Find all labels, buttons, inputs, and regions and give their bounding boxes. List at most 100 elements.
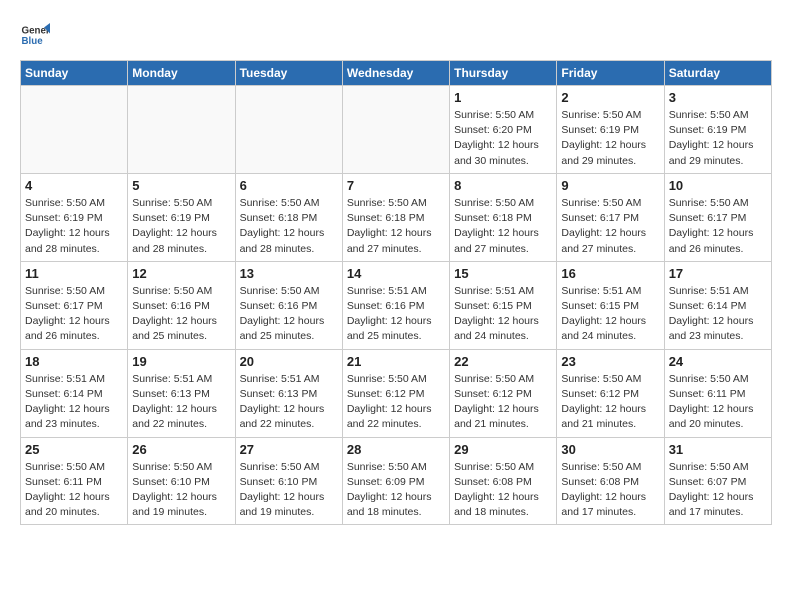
- calendar-cell: 3 Sunrise: 5:50 AMSunset: 6:19 PMDaylight…: [664, 86, 771, 174]
- day-info: Sunrise: 5:50 AMSunset: 6:18 PMDaylight:…: [240, 196, 338, 257]
- calendar-cell: 20Sunrise: 5:51 AMSunset: 6:13 PMDayligh…: [235, 349, 342, 437]
- calendar-cell: 8 Sunrise: 5:50 AMSunset: 6:18 PMDaylight…: [450, 173, 557, 261]
- day-number: 7: [347, 178, 445, 193]
- day-number: 4: [25, 178, 123, 193]
- weekday-header: Friday: [557, 61, 664, 86]
- day-number: 12: [132, 266, 230, 281]
- day-number: 21: [347, 354, 445, 369]
- day-info: Sunrise: 5:51 AMSunset: 6:16 PMDaylight:…: [347, 284, 445, 345]
- day-info: Sunrise: 5:51 AMSunset: 6:15 PMDaylight:…: [454, 284, 552, 345]
- calendar-cell: 5 Sunrise: 5:50 AMSunset: 6:19 PMDaylight…: [128, 173, 235, 261]
- day-info: Sunrise: 5:50 AMSunset: 6:09 PMDaylight:…: [347, 460, 445, 521]
- day-number: 23: [561, 354, 659, 369]
- day-info: Sunrise: 5:50 AMSunset: 6:08 PMDaylight:…: [454, 460, 552, 521]
- day-info: Sunrise: 5:50 AMSunset: 6:19 PMDaylight:…: [132, 196, 230, 257]
- day-info: Sunrise: 5:50 AMSunset: 6:10 PMDaylight:…: [132, 460, 230, 521]
- logo: General Blue: [20, 20, 50, 50]
- day-info: Sunrise: 5:50 AMSunset: 6:18 PMDaylight:…: [347, 196, 445, 257]
- day-info: Sunrise: 5:50 AMSunset: 6:19 PMDaylight:…: [561, 108, 659, 169]
- day-number: 5: [132, 178, 230, 193]
- day-info: Sunrise: 5:51 AMSunset: 6:13 PMDaylight:…: [240, 372, 338, 433]
- day-number: 22: [454, 354, 552, 369]
- weekday-header: Tuesday: [235, 61, 342, 86]
- day-number: 10: [669, 178, 767, 193]
- day-number: 11: [25, 266, 123, 281]
- day-number: 15: [454, 266, 552, 281]
- day-info: Sunrise: 5:50 AMSunset: 6:19 PMDaylight:…: [25, 196, 123, 257]
- calendar-week-row: 25Sunrise: 5:50 AMSunset: 6:11 PMDayligh…: [21, 437, 772, 525]
- day-number: 26: [132, 442, 230, 457]
- calendar-cell: 26 Sunrise: 5:50 AMSunset: 6:10 PMDayligh…: [128, 437, 235, 525]
- calendar-cell: 16 Sunrise: 5:51 AMSunset: 6:15 PMDayligh…: [557, 261, 664, 349]
- day-number: 3: [669, 90, 767, 105]
- calendar-cell: 1 Sunrise: 5:50 AMSunset: 6:20 PMDaylight…: [450, 86, 557, 174]
- day-number: 1: [454, 90, 552, 105]
- day-info: Sunrise: 5:51 AMSunset: 6:14 PMDaylight:…: [669, 284, 767, 345]
- calendar-cell: 17 Sunrise: 5:51 AMSunset: 6:14 PMDayligh…: [664, 261, 771, 349]
- calendar-cell: 2 Sunrise: 5:50 AMSunset: 6:19 PMDaylight…: [557, 86, 664, 174]
- day-number: 17: [669, 266, 767, 281]
- calendar-cell: 18Sunrise: 5:51 AMSunset: 6:14 PMDayligh…: [21, 349, 128, 437]
- calendar-cell: 22Sunrise: 5:50 AMSunset: 6:12 PMDayligh…: [450, 349, 557, 437]
- day-number: 30: [561, 442, 659, 457]
- day-number: 2: [561, 90, 659, 105]
- page-header: General Blue: [20, 20, 772, 50]
- day-number: 16: [561, 266, 659, 281]
- logo-icon: General Blue: [20, 20, 50, 50]
- day-info: Sunrise: 5:50 AMSunset: 6:12 PMDaylight:…: [561, 372, 659, 433]
- calendar-cell: 9 Sunrise: 5:50 AMSunset: 6:17 PMDaylight…: [557, 173, 664, 261]
- day-info: Sunrise: 5:50 AMSunset: 6:17 PMDaylight:…: [669, 196, 767, 257]
- svg-text:Blue: Blue: [22, 36, 44, 47]
- day-number: 13: [240, 266, 338, 281]
- day-info: Sunrise: 5:51 AMSunset: 6:13 PMDaylight:…: [132, 372, 230, 433]
- day-info: Sunrise: 5:50 AMSunset: 6:19 PMDaylight:…: [669, 108, 767, 169]
- calendar-week-row: 4 Sunrise: 5:50 AMSunset: 6:19 PMDaylight…: [21, 173, 772, 261]
- day-info: Sunrise: 5:50 AMSunset: 6:12 PMDaylight:…: [347, 372, 445, 433]
- day-info: Sunrise: 5:50 AMSunset: 6:18 PMDaylight:…: [454, 196, 552, 257]
- day-info: Sunrise: 5:50 AMSunset: 6:08 PMDaylight:…: [561, 460, 659, 521]
- calendar-cell: 11Sunrise: 5:50 AMSunset: 6:17 PMDayligh…: [21, 261, 128, 349]
- calendar-cell: 19 Sunrise: 5:51 AMSunset: 6:13 PMDayligh…: [128, 349, 235, 437]
- calendar-cell: 30 Sunrise: 5:50 AMSunset: 6:08 PMDayligh…: [557, 437, 664, 525]
- calendar-cell: 25Sunrise: 5:50 AMSunset: 6:11 PMDayligh…: [21, 437, 128, 525]
- calendar-cell: 14Sunrise: 5:51 AMSunset: 6:16 PMDayligh…: [342, 261, 449, 349]
- calendar-cell: 10 Sunrise: 5:50 AMSunset: 6:17 PMDayligh…: [664, 173, 771, 261]
- day-number: 18: [25, 354, 123, 369]
- day-info: Sunrise: 5:50 AMSunset: 6:17 PMDaylight:…: [561, 196, 659, 257]
- calendar-cell: 13Sunrise: 5:50 AMSunset: 6:16 PMDayligh…: [235, 261, 342, 349]
- day-number: 19: [132, 354, 230, 369]
- calendar-cell: [21, 86, 128, 174]
- calendar-cell: 23 Sunrise: 5:50 AMSunset: 6:12 PMDayligh…: [557, 349, 664, 437]
- calendar-cell: 24 Sunrise: 5:50 AMSunset: 6:11 PMDayligh…: [664, 349, 771, 437]
- day-number: 24: [669, 354, 767, 369]
- calendar-cell: [235, 86, 342, 174]
- day-number: 28: [347, 442, 445, 457]
- day-info: Sunrise: 5:50 AMSunset: 6:10 PMDaylight:…: [240, 460, 338, 521]
- weekday-header: Wednesday: [342, 61, 449, 86]
- calendar-cell: 29 Sunrise: 5:50 AMSunset: 6:08 PMDayligh…: [450, 437, 557, 525]
- day-number: 8: [454, 178, 552, 193]
- weekday-header: Sunday: [21, 61, 128, 86]
- calendar-cell: 31Sunrise: 5:50 AMSunset: 6:07 PMDayligh…: [664, 437, 771, 525]
- calendar-cell: [342, 86, 449, 174]
- day-number: 29: [454, 442, 552, 457]
- calendar-cell: 21 Sunrise: 5:50 AMSunset: 6:12 PMDayligh…: [342, 349, 449, 437]
- calendar-cell: 4 Sunrise: 5:50 AMSunset: 6:19 PMDaylight…: [21, 173, 128, 261]
- weekday-header: Saturday: [664, 61, 771, 86]
- calendar-table: SundayMondayTuesdayWednesdayThursdayFrid…: [20, 60, 772, 525]
- day-info: Sunrise: 5:51 AMSunset: 6:15 PMDaylight:…: [561, 284, 659, 345]
- day-number: 9: [561, 178, 659, 193]
- calendar-week-row: 1 Sunrise: 5:50 AMSunset: 6:20 PMDaylight…: [21, 86, 772, 174]
- day-number: 27: [240, 442, 338, 457]
- day-info: Sunrise: 5:50 AMSunset: 6:20 PMDaylight:…: [454, 108, 552, 169]
- day-info: Sunrise: 5:50 AMSunset: 6:16 PMDaylight:…: [132, 284, 230, 345]
- calendar-cell: 28 Sunrise: 5:50 AMSunset: 6:09 PMDayligh…: [342, 437, 449, 525]
- calendar-week-row: 11Sunrise: 5:50 AMSunset: 6:17 PMDayligh…: [21, 261, 772, 349]
- day-info: Sunrise: 5:50 AMSunset: 6:11 PMDaylight:…: [669, 372, 767, 433]
- day-number: 6: [240, 178, 338, 193]
- calendar-cell: 27 Sunrise: 5:50 AMSunset: 6:10 PMDayligh…: [235, 437, 342, 525]
- weekday-header: Thursday: [450, 61, 557, 86]
- calendar-cell: 12 Sunrise: 5:50 AMSunset: 6:16 PMDayligh…: [128, 261, 235, 349]
- day-info: Sunrise: 5:50 AMSunset: 6:07 PMDaylight:…: [669, 460, 767, 521]
- calendar-cell: 6 Sunrise: 5:50 AMSunset: 6:18 PMDaylight…: [235, 173, 342, 261]
